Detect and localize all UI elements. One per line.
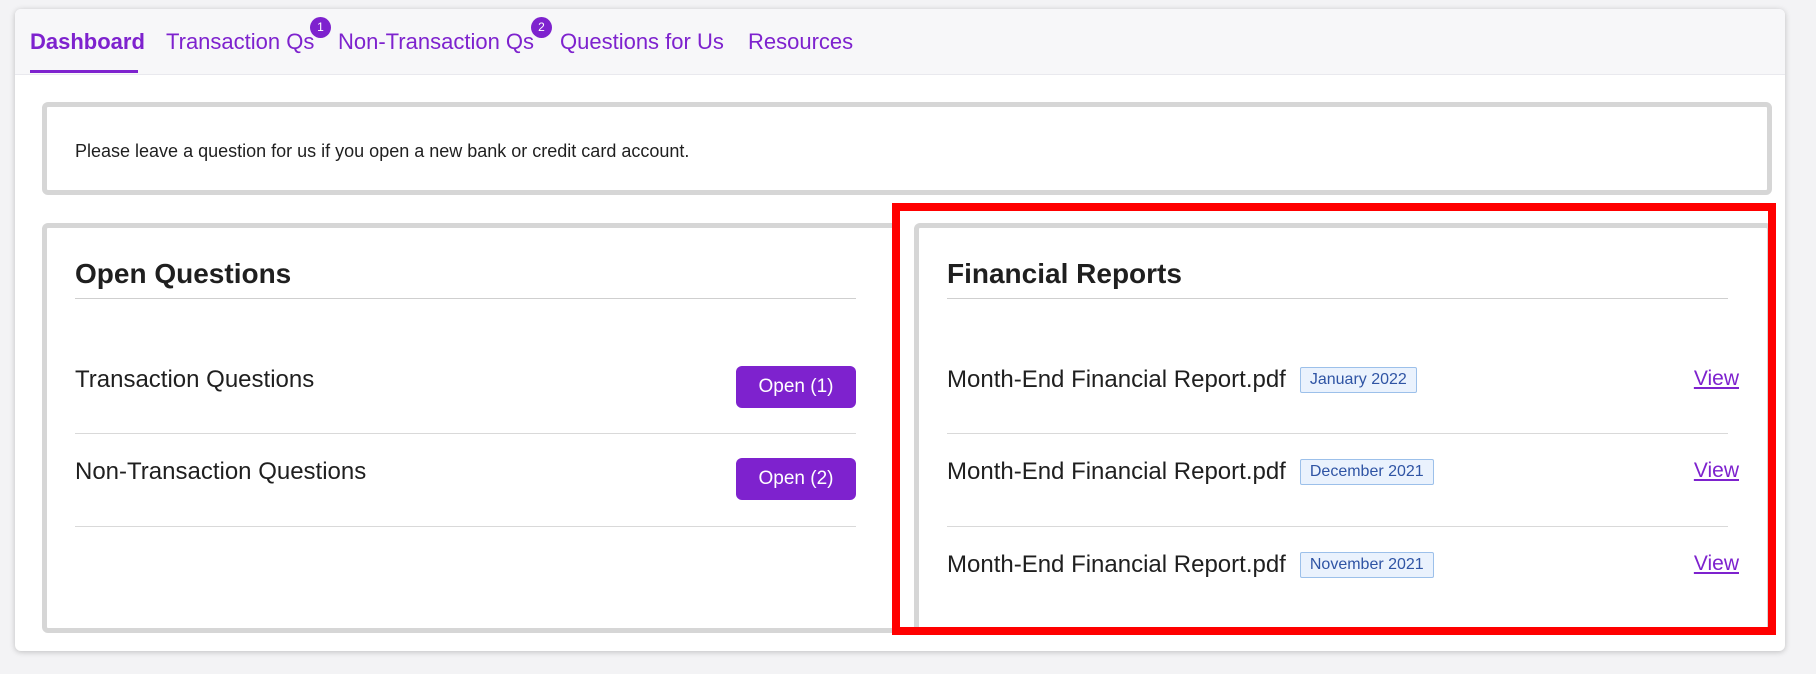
row-divider xyxy=(75,526,856,527)
notice-text: Please leave a question for us if you op… xyxy=(75,141,690,161)
view-report-link[interactable]: View xyxy=(1694,367,1739,391)
open-non-transaction-questions-button[interactable]: Open (2) xyxy=(736,458,856,500)
report-row: Month-End Financial Report.pdf January 20… xyxy=(947,366,1417,394)
tab-non-transaction-qs[interactable]: Non-Transaction Qs xyxy=(338,29,534,55)
app-window: Dashboard Transaction Qs 1 Non-Transacti… xyxy=(15,9,1785,651)
report-file-name: Month-End Financial Report.pdf xyxy=(947,551,1286,578)
report-file-name: Month-End Financial Report.pdf xyxy=(947,366,1286,393)
tab-dashboard[interactable]: Dashboard xyxy=(30,29,145,55)
financial-reports-panel: Financial Reports Month-End Financial Re… xyxy=(914,223,1772,633)
non-transaction-qs-count-badge: 2 xyxy=(531,17,552,38)
title-divider xyxy=(75,298,856,299)
non-transaction-questions-label: Non-Transaction Questions xyxy=(75,458,367,485)
report-period-tag: November 2021 xyxy=(1299,552,1434,578)
view-report-link[interactable]: View xyxy=(1694,552,1739,576)
transaction-qs-count-badge: 1 xyxy=(310,17,331,38)
notice-panel: Please leave a question for us if you op… xyxy=(42,102,1772,195)
tab-resources[interactable]: Resources xyxy=(748,29,853,55)
report-row: Month-End Financial Report.pdf November 2… xyxy=(947,551,1434,579)
report-period-tag: December 2021 xyxy=(1299,459,1434,485)
row-divider xyxy=(947,433,1728,434)
open-questions-panel: Open Questions Transaction Questions Ope… xyxy=(42,223,899,633)
tab-bar: Dashboard Transaction Qs 1 Non-Transacti… xyxy=(15,9,1785,75)
active-tab-indicator xyxy=(30,70,138,73)
report-file-name: Month-End Financial Report.pdf xyxy=(947,458,1286,485)
row-divider xyxy=(947,526,1728,527)
view-report-link[interactable]: View xyxy=(1694,459,1739,483)
open-questions-title: Open Questions xyxy=(75,258,292,289)
tab-questions-for-us[interactable]: Questions for Us xyxy=(560,29,724,55)
report-period-tag: January 2022 xyxy=(1299,367,1417,393)
tab-transaction-qs[interactable]: Transaction Qs xyxy=(166,29,314,55)
title-divider xyxy=(947,298,1728,299)
row-divider xyxy=(75,433,856,434)
financial-reports-title: Financial Reports xyxy=(947,258,1182,289)
report-row: Month-End Financial Report.pdf December 2… xyxy=(947,458,1434,486)
transaction-questions-label: Transaction Questions xyxy=(75,366,315,393)
open-transaction-questions-button[interactable]: Open (1) xyxy=(736,366,856,408)
